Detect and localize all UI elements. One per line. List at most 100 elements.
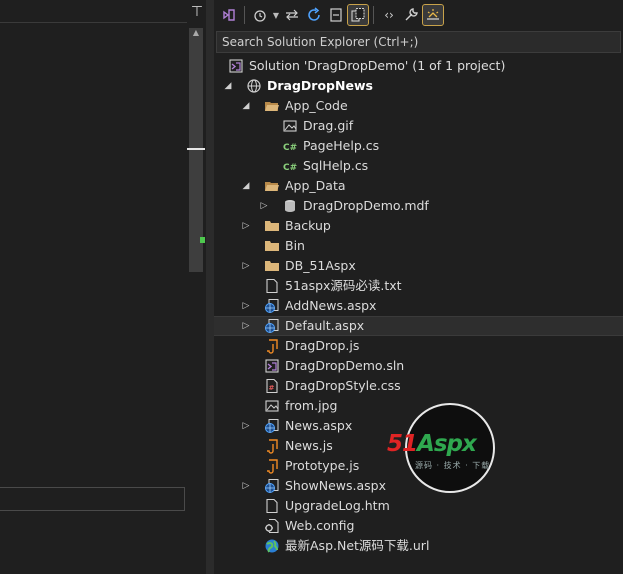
switch-views-icon[interactable] xyxy=(219,5,239,25)
editor-divider xyxy=(0,22,187,23)
tree-item-label: Solution 'DragDropDemo' (1 of 1 project) xyxy=(249,58,506,73)
code-editor-area[interactable] xyxy=(0,0,187,574)
aspx-page-icon xyxy=(264,318,280,334)
collapsed-triangle-icon[interactable]: ▷ xyxy=(241,480,251,492)
51aspx-watermark-logo: 51Aspx 源码 · 技术 · 下载 xyxy=(385,403,515,493)
tree-item-file[interactable]: ▷ AddNews.aspx xyxy=(214,296,623,316)
database-icon xyxy=(282,198,298,214)
tree-item-file[interactable]: DragDropDemo.sln xyxy=(214,356,623,376)
image-file-icon xyxy=(264,398,280,414)
css-file-icon: # xyxy=(264,378,280,394)
watermark-brand-green: Aspx xyxy=(417,431,477,457)
collapsed-triangle-icon[interactable]: ▷ xyxy=(241,260,251,272)
tree-item-file[interactable]: C# PageHelp.cs xyxy=(214,136,623,156)
preview-selected-items-icon[interactable] xyxy=(422,4,444,26)
tree-item-file[interactable]: C# SqlHelp.cs xyxy=(214,156,623,176)
aspx-page-icon xyxy=(264,478,280,494)
view-code-icon[interactable]: ‹› xyxy=(379,5,399,25)
tree-item-file[interactable]: DragDrop.js xyxy=(214,336,623,356)
show-all-files-icon[interactable] xyxy=(347,4,369,26)
tree-item-label: AddNews.aspx xyxy=(285,298,377,313)
svg-text:C#: C# xyxy=(283,143,297,153)
tree-item-label: 51aspx源码必读.txt xyxy=(285,278,402,293)
folder-icon xyxy=(264,238,280,254)
collapsed-triangle-icon[interactable]: ▷ xyxy=(259,200,269,212)
search-placeholder: Search Solution Explorer (Ctrl+;) xyxy=(222,35,419,49)
tree-item-file[interactable]: 最新Asp.Net源码下载.url xyxy=(214,536,623,556)
tree-item-file[interactable]: # DragDropStyle.css xyxy=(214,376,623,396)
tree-item-folder[interactable]: ▷ Backup xyxy=(214,216,623,236)
tree-item-project[interactable]: ◢ DragDropNews xyxy=(214,76,623,96)
aspx-page-icon xyxy=(264,418,280,434)
search-solution-explorer-input[interactable]: Search Solution Explorer (Ctrl+;) xyxy=(216,31,621,53)
refresh-icon[interactable] xyxy=(304,5,324,25)
collapsed-triangle-icon[interactable]: ▷ xyxy=(241,420,251,432)
tree-item-label: UpgradeLog.htm xyxy=(285,498,390,513)
solution-file-icon xyxy=(264,358,280,374)
panel-splitter[interactable] xyxy=(206,0,214,574)
watermark-brand-red: 51 xyxy=(387,431,418,457)
chevron-down-icon[interactable]: ▼ xyxy=(272,11,280,20)
properties-wrench-icon[interactable] xyxy=(401,5,421,25)
tree-item-file[interactable]: ▷ DragDropDemo.mdf xyxy=(214,196,623,216)
editor-vertical-scrollbar[interactable] xyxy=(187,28,205,272)
folder-icon xyxy=(264,258,280,274)
tree-item-label: ShowNews.aspx xyxy=(285,478,386,493)
pin-icon[interactable]: ⊤ xyxy=(189,4,205,20)
toolbar-separator xyxy=(244,6,245,24)
javascript-file-icon xyxy=(264,458,280,474)
tree-item-label: App_Code xyxy=(285,98,348,113)
expanded-triangle-icon[interactable]: ◢ xyxy=(241,100,251,112)
tree-item-solution[interactable]: Solution 'DragDropDemo' (1 of 1 project) xyxy=(214,56,623,76)
tree-item-label: Backup xyxy=(285,218,331,233)
csharp-file-icon: C# xyxy=(282,158,298,174)
scroll-up-arrow-icon[interactable]: ▲ xyxy=(191,28,201,38)
tree-item-label: Bin xyxy=(285,238,305,253)
collapse-all-icon[interactable] xyxy=(326,5,346,25)
collapsed-triangle-icon[interactable]: ▷ xyxy=(241,320,251,332)
folder-icon xyxy=(264,218,280,234)
tree-item-label: DragDropDemo.sln xyxy=(285,358,405,373)
tree-item-label: DragDropStyle.css xyxy=(285,378,401,393)
tree-item-file[interactable]: Drag.gif xyxy=(214,116,623,136)
tree-item-label: DragDropNews xyxy=(267,78,373,93)
tree-item-label: DB_51Aspx xyxy=(285,258,356,273)
tree-item-folder[interactable]: ◢ App_Data xyxy=(214,176,623,196)
tree-item-label: Web.config xyxy=(285,518,355,533)
folder-open-icon xyxy=(264,98,280,114)
collapsed-triangle-icon[interactable]: ▷ xyxy=(241,300,251,312)
toolbar-separator xyxy=(373,6,374,24)
image-file-icon xyxy=(282,118,298,134)
tree-item-label: from.jpg xyxy=(285,398,338,413)
tree-item-folder[interactable]: Bin xyxy=(214,236,623,256)
globe-web-project-icon xyxy=(246,78,262,94)
tree-item-file[interactable]: UpgradeLog.htm xyxy=(214,496,623,516)
tree-item-folder[interactable]: ▷ DB_51Aspx xyxy=(214,256,623,276)
html-file-icon xyxy=(264,498,280,514)
pending-changes-icon[interactable] xyxy=(250,5,270,25)
tree-item-label: 最新Asp.Net源码下载.url xyxy=(285,538,430,553)
solution-icon xyxy=(228,58,244,74)
tree-item-label: Prototype.js xyxy=(285,458,360,473)
editor-bottom-panel[interactable] xyxy=(0,487,185,511)
sync-with-active-document-icon[interactable] xyxy=(282,5,302,25)
svg-text:#: # xyxy=(269,384,275,392)
tree-item-file[interactable]: 51aspx源码必读.txt xyxy=(214,276,623,296)
config-file-icon xyxy=(264,518,280,534)
internet-shortcut-icon xyxy=(264,538,280,554)
svg-text:C#: C# xyxy=(283,163,297,173)
javascript-file-icon xyxy=(264,338,280,354)
expanded-triangle-icon[interactable]: ◢ xyxy=(241,180,251,192)
tree-item-label: SqlHelp.cs xyxy=(303,158,369,173)
tree-item-label: DragDropDemo.mdf xyxy=(303,198,429,213)
tree-item-file[interactable]: Web.config xyxy=(214,516,623,536)
tree-item-folder[interactable]: ◢ App_Code xyxy=(214,96,623,116)
csharp-file-icon: C# xyxy=(282,138,298,154)
tree-item-label: App_Data xyxy=(285,178,346,193)
text-file-icon xyxy=(264,278,280,294)
tree-item-file-selected[interactable]: ▷ Default.aspx xyxy=(214,316,623,336)
collapsed-triangle-icon[interactable]: ▷ xyxy=(241,220,251,232)
expanded-triangle-icon[interactable]: ◢ xyxy=(223,80,233,92)
watermark-tagline: 源码 · 技术 · 下载 xyxy=(415,461,491,470)
tree-item-label: News.js xyxy=(285,438,333,453)
